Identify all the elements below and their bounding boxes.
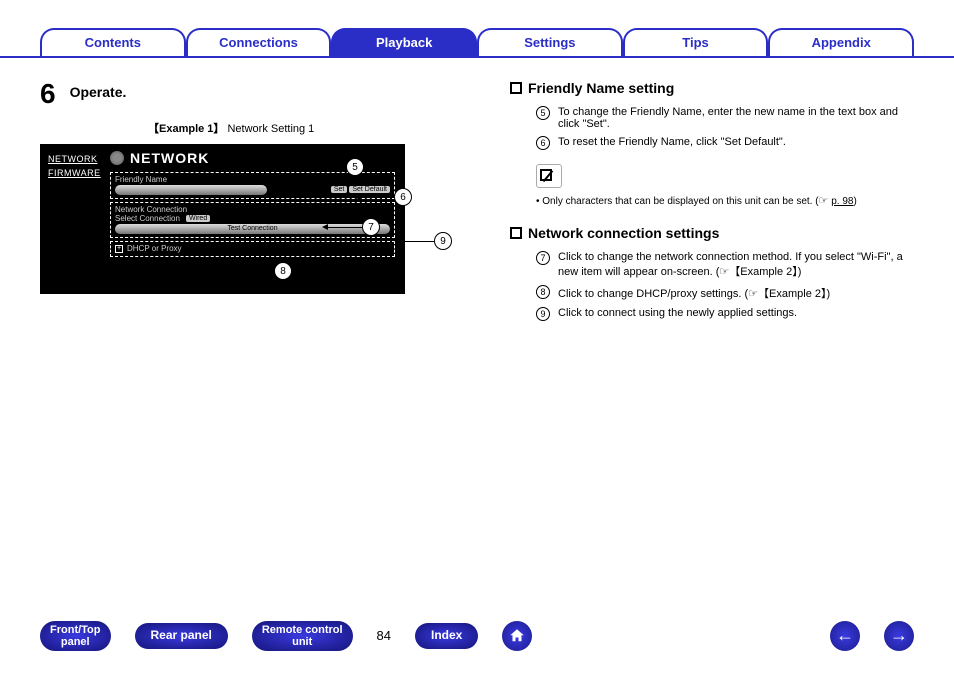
heading-friendly-name: Friendly Name setting (510, 80, 914, 96)
friendly-name-input (115, 185, 267, 195)
step-title: Operate. (70, 84, 127, 100)
set-button: Set (331, 186, 348, 193)
left-column: 6 Operate. 【Example 1】 Network Setting 1… (40, 78, 470, 327)
friendly-name-label: Friendly Name (115, 175, 390, 184)
note-icon-row (536, 164, 914, 188)
bottom-bar: Front/Toppanel Rear panel Remote control… (0, 621, 954, 651)
tab-appendix[interactable]: Appendix (768, 28, 914, 56)
callout-8-num: 8 (274, 262, 292, 280)
note-text: • Only characters that can be displayed … (536, 196, 819, 207)
home-button[interactable] (502, 621, 532, 651)
next-page-button[interactable]: → (884, 621, 914, 651)
plus-icon: + (115, 245, 123, 253)
front-top-panel-button[interactable]: Front/Toppanel (40, 621, 111, 651)
page-number: 84 (377, 628, 391, 643)
globe-icon (110, 151, 124, 165)
example-label: 【Example 1】 Network Setting 1 (148, 120, 470, 136)
tab-tips[interactable]: Tips (623, 28, 769, 56)
item-6-text: To reset the Friendly Name, click "Set D… (558, 136, 786, 150)
item-5-num: 5 (536, 106, 550, 120)
example-text: Network Setting 1 (224, 123, 314, 135)
top-tabs: Contents Connections Playback Settings T… (0, 0, 954, 58)
panel-side-menu: NETWORK FIRMWARE (40, 144, 110, 294)
side-item-network: NETWORK (48, 154, 102, 164)
item-9-num: 9 (536, 307, 550, 321)
square-icon (510, 82, 522, 94)
arrow-right-icon: → (890, 625, 908, 646)
item-8-num: 8 (536, 285, 550, 299)
callout-5: 5 (308, 158, 364, 176)
tab-settings[interactable]: Settings (477, 28, 623, 56)
remote-control-button[interactable]: Remote controlunit (252, 621, 353, 651)
arrow-left-icon: ← (836, 625, 854, 646)
callout-5-num: 5 (346, 158, 364, 176)
tab-contents[interactable]: Contents (40, 28, 186, 56)
example-prefix: 【Example 1】 (148, 123, 224, 135)
heading-friendly-name-text: Friendly Name setting (528, 80, 674, 96)
ref-icon: ☞ (719, 266, 729, 278)
item-9-text: Click to connect using the newly applied… (558, 307, 797, 321)
dhcp-label: DHCP or Proxy (127, 244, 182, 253)
front-top-panel-label: Front/Toppanel (50, 624, 101, 648)
callout-7-num: 7 (362, 218, 380, 236)
item-7: 7 Click to change the network connection … (510, 251, 914, 279)
home-icon (508, 627, 526, 645)
square-icon (510, 227, 522, 239)
prev-page-button[interactable]: ← (830, 621, 860, 651)
note-line: • Only characters that can be displayed … (510, 194, 914, 207)
item-6-num: 6 (536, 136, 550, 150)
item-9: 9 Click to connect using the newly applie… (510, 307, 914, 321)
dhcp-box: + DHCP or Proxy (110, 241, 395, 257)
tab-playback[interactable]: Playback (331, 28, 477, 56)
heading-network-connection-text: Network connection settings (528, 225, 719, 241)
ref-icon: ☞ (819, 195, 829, 207)
callout-9: 9 (396, 232, 452, 250)
callout-6: 6 (356, 188, 412, 206)
callout-6-num: 6 (394, 188, 412, 206)
index-button[interactable]: Index (415, 623, 478, 648)
rear-panel-button[interactable]: Rear panel (135, 623, 228, 648)
step-number: 6 (40, 78, 56, 110)
item-6: 6 To reset the Friendly Name, click "Set … (510, 136, 914, 150)
step-header: 6 Operate. (40, 78, 470, 110)
remote-control-label: Remote controlunit (262, 624, 343, 648)
ref-icon: ☞ (748, 288, 758, 300)
note-close: ) (853, 196, 856, 207)
panel-title: NETWORK (130, 150, 209, 166)
figure: NETWORK FIRMWARE NETWORK Friendly Name S… (40, 144, 470, 294)
right-column: Friendly Name setting 5 To change the Fri… (510, 78, 914, 327)
callout-7: 7 (324, 218, 380, 236)
item-5: 5 To change the Friendly Name, enter the … (510, 106, 914, 130)
heading-network-connection: Network connection settings (510, 225, 914, 241)
callout-9-num: 9 (434, 232, 452, 250)
item-5-text: To change the Friendly Name, enter the n… (558, 106, 914, 130)
item-7-num: 7 (536, 251, 550, 265)
callout-8: 8 (236, 262, 292, 280)
main-content: 6 Operate. 【Example 1】 Network Setting 1… (0, 58, 954, 327)
select-connection-label: Select Connection (115, 214, 180, 223)
network-connection-label: Network Connection (115, 205, 390, 214)
item-8: 8 Click to change DHCP/proxy settings. (☞… (510, 285, 914, 301)
pencil-icon (540, 169, 552, 181)
note-page-link[interactable]: p. 98 (831, 196, 853, 207)
item-7-text: Click to change the network connection m… (558, 251, 914, 279)
tab-connections[interactable]: Connections (186, 28, 332, 56)
side-item-firmware: FIRMWARE (48, 168, 102, 178)
item-8-text: Click to change DHCP/proxy settings. (☞【… (558, 285, 830, 301)
wired-button: Wired (186, 215, 210, 222)
